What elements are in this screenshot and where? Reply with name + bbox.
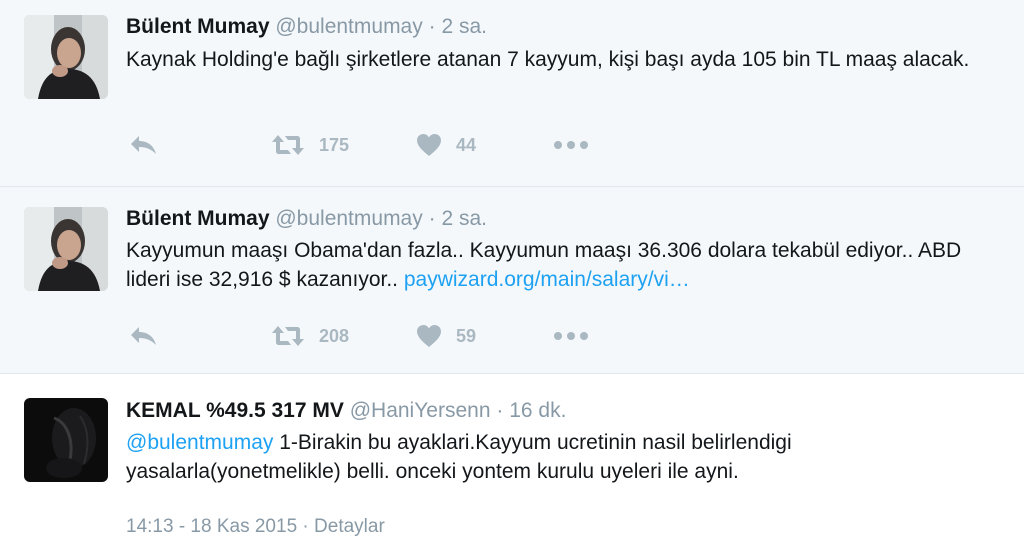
retweet-button[interactable]: 208 bbox=[271, 321, 349, 351]
like-count: 44 bbox=[456, 134, 477, 155]
avatar[interactable] bbox=[24, 15, 108, 99]
like-button[interactable]: 44 bbox=[416, 130, 476, 160]
author-name[interactable]: KEMAL %49.5 317 MV bbox=[126, 399, 344, 422]
tweet-text: Kayyumun maaşı Obama'dan fazla.. Kayyumu… bbox=[126, 236, 1006, 294]
avatar-photo bbox=[24, 15, 108, 99]
separator-dot: · bbox=[428, 15, 436, 38]
like-button[interactable]: 59 bbox=[416, 321, 476, 351]
more-icon bbox=[554, 141, 588, 149]
retweet-icon bbox=[272, 135, 304, 155]
separator-dot: · bbox=[302, 516, 309, 537]
tweet-timestamp[interactable]: 14:13 - 18 Kas 2015 bbox=[126, 516, 297, 537]
more-button[interactable] bbox=[554, 321, 588, 351]
tweet-2[interactable]: Bülent Mumay @bulentmumay · 2 sa. Kayyum… bbox=[0, 187, 1024, 373]
tweet-3[interactable]: KEMAL %49.5 317 MV @HaniYersenn · 16 dk.… bbox=[0, 374, 1024, 555]
reply-icon bbox=[131, 136, 156, 154]
reply-button[interactable] bbox=[128, 130, 160, 160]
retweet-count: 208 bbox=[319, 325, 350, 346]
more-icon bbox=[554, 332, 588, 340]
author-handle[interactable]: @bulentmumay bbox=[275, 207, 422, 230]
avatar-photo bbox=[24, 207, 108, 291]
avatar[interactable] bbox=[24, 207, 108, 291]
tweet-header: Bülent Mumay @bulentmumay · 2 sa. bbox=[126, 206, 487, 232]
avatar-photo bbox=[24, 398, 108, 482]
tweet-meta: 14:13 - 18 Kas 2015 · Detaylar bbox=[126, 516, 385, 538]
reply-icon bbox=[131, 327, 156, 345]
retweet-button[interactable]: 175 bbox=[271, 130, 349, 160]
avatar[interactable] bbox=[24, 398, 108, 482]
mention-link[interactable]: @bulentmumay bbox=[126, 431, 273, 454]
tweet-time[interactable]: 2 sa. bbox=[441, 207, 487, 230]
separator-dot: · bbox=[496, 399, 504, 422]
tweet-header: Bülent Mumay @bulentmumay · 2 sa. bbox=[126, 14, 487, 40]
tweet-1[interactable]: Bülent Mumay @bulentmumay · 2 sa. Kaynak… bbox=[0, 0, 1024, 186]
tweet-text: @bulentmumay 1-Birakin bu ayaklari.Kayyu… bbox=[126, 428, 1006, 486]
author-name[interactable]: Bülent Mumay bbox=[126, 207, 270, 230]
separator-dot: · bbox=[428, 207, 436, 230]
retweet-icon bbox=[272, 326, 304, 346]
details-link[interactable]: Detaylar bbox=[314, 516, 385, 537]
more-button[interactable] bbox=[554, 130, 588, 160]
heart-icon bbox=[417, 325, 441, 347]
heart-icon bbox=[417, 134, 441, 156]
retweet-count: 175 bbox=[319, 134, 350, 155]
like-count: 59 bbox=[456, 325, 477, 346]
tweet-time[interactable]: 16 dk. bbox=[509, 399, 566, 422]
tweet-link[interactable]: paywizard.org/main/salary/vi… bbox=[404, 268, 690, 291]
tweet-time[interactable]: 2 sa. bbox=[441, 15, 487, 38]
tweet-text: Kaynak Holding'e bağlı şirketlere atanan… bbox=[126, 48, 970, 71]
author-name[interactable]: Bülent Mumay bbox=[126, 15, 270, 38]
tweet-header: KEMAL %49.5 317 MV @HaniYersenn · 16 dk. bbox=[126, 398, 566, 424]
reply-button[interactable] bbox=[128, 321, 160, 351]
author-handle[interactable]: @bulentmumay bbox=[275, 15, 422, 38]
author-handle[interactable]: @HaniYersenn bbox=[350, 399, 491, 422]
